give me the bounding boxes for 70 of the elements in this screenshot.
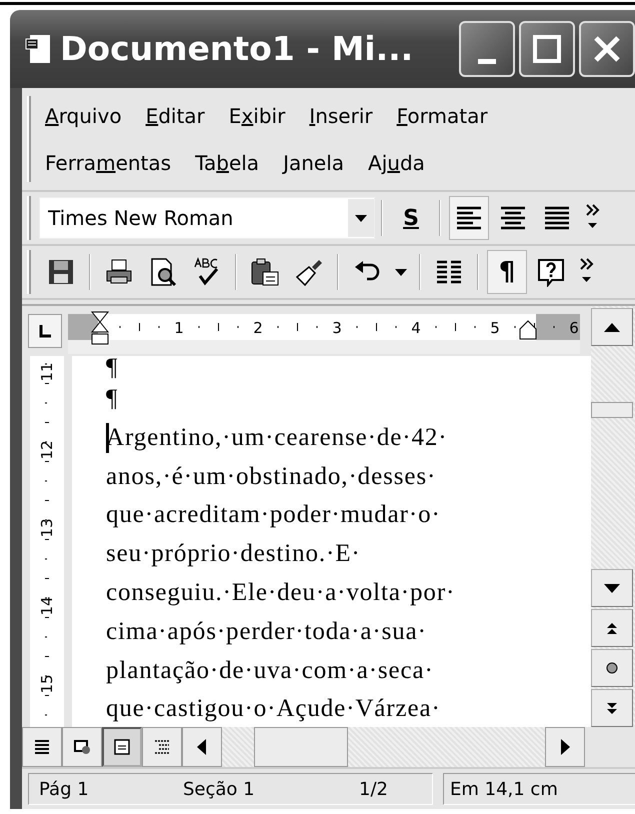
ruler-number: 2 bbox=[253, 319, 263, 337]
ruler-number: 5 bbox=[490, 319, 500, 337]
menu-item[interactable]: Exibir bbox=[228, 100, 286, 130]
caret-icon bbox=[395, 268, 407, 276]
menu-item[interactable]: Formatar bbox=[396, 100, 488, 130]
ruler-number: 12 bbox=[38, 440, 56, 460]
menu-item[interactable]: Ferramentas bbox=[45, 148, 172, 178]
section-indicator: Seção 1 bbox=[183, 778, 256, 802]
menu-item[interactable]: Tabela bbox=[195, 148, 260, 178]
scroll-up-button[interactable] bbox=[591, 308, 633, 346]
indent-marker[interactable] bbox=[90, 312, 110, 344]
minimize-icon bbox=[478, 58, 496, 64]
maximize-button[interactable] bbox=[519, 21, 575, 77]
maximize-icon bbox=[532, 34, 562, 64]
close-icon bbox=[592, 34, 622, 64]
clipboard-icon bbox=[250, 257, 280, 287]
font-combo-box[interactable]: Times New Roman bbox=[39, 197, 375, 239]
previous-page-button[interactable] bbox=[591, 609, 633, 647]
web-page-icon bbox=[72, 737, 92, 757]
print-layout-view-button[interactable] bbox=[102, 727, 142, 767]
document-text: conseguiu.·Ele·deu·a·volta·por· bbox=[106, 578, 456, 608]
underline-button[interactable]: S bbox=[391, 196, 431, 240]
lines-icon bbox=[32, 737, 52, 757]
document-text: que·acreditam·poder·mudar·o· bbox=[106, 500, 441, 530]
document-text: ¶ bbox=[106, 384, 118, 414]
menu-item[interactable]: Ajuda bbox=[368, 148, 425, 178]
font-dropdown-button[interactable] bbox=[348, 199, 374, 237]
ruler-number: 1 bbox=[174, 319, 184, 337]
show-formatting-button[interactable]: ¶ bbox=[487, 250, 527, 294]
normal-view-button[interactable] bbox=[22, 727, 62, 767]
scroll-left-button[interactable] bbox=[182, 727, 222, 767]
page-icon bbox=[112, 737, 132, 757]
ruler-number: 13 bbox=[38, 518, 56, 538]
menu-item[interactable]: Inserir bbox=[309, 100, 373, 130]
outline-view-button[interactable] bbox=[142, 727, 182, 767]
caret-icon bbox=[354, 213, 368, 223]
ruler-number: 4 bbox=[411, 319, 421, 337]
window-title: Documento1 - Mi... bbox=[60, 28, 414, 70]
ruler-number: 11 bbox=[38, 362, 56, 382]
scroll-thumb[interactable] bbox=[591, 402, 633, 418]
next-page-button[interactable] bbox=[591, 689, 633, 727]
scroll-right-button[interactable] bbox=[545, 727, 585, 767]
web-layout-view-button[interactable] bbox=[62, 727, 102, 767]
menu-item[interactable]: Editar bbox=[146, 100, 205, 130]
tab-selector[interactable] bbox=[28, 314, 62, 348]
page-count: 1/2 bbox=[359, 778, 388, 802]
tab-stop-icon bbox=[38, 324, 52, 338]
ruler-number: 3 bbox=[332, 319, 342, 337]
help-icon bbox=[536, 257, 566, 287]
document-text: anos,·é·um·obstinado,·desses· bbox=[106, 462, 436, 492]
document-text: Argentino,·um·cearense·de·42· bbox=[106, 422, 448, 453]
document-text: ¶ bbox=[106, 352, 118, 383]
menu-item[interactable]: Janela bbox=[283, 148, 344, 178]
close-button[interactable] bbox=[579, 21, 635, 77]
ruler-number: 6 bbox=[569, 319, 579, 337]
menu-item[interactable]: Arquivo bbox=[45, 100, 122, 130]
align-left-button[interactable] bbox=[449, 196, 489, 240]
ruler-number: 15 bbox=[38, 674, 56, 694]
document-text: seu·próprio·destino.·E· bbox=[106, 539, 361, 570]
document-text: cima·após·perder·toda·a·sua· bbox=[106, 616, 427, 647]
paintbrush-icon bbox=[294, 257, 324, 287]
scroll-down-button[interactable] bbox=[591, 569, 633, 607]
cursor-position: Em 14,1 cm bbox=[450, 778, 558, 802]
ruler-number: 14 bbox=[38, 596, 56, 616]
document-text: plantação·de·uva·com·a·seca· bbox=[106, 656, 434, 686]
document-text: que·castigou·o·Açude·Várzea· bbox=[106, 694, 441, 724]
scroll-thumb[interactable] bbox=[254, 727, 348, 767]
browse-object-button[interactable] bbox=[591, 649, 633, 687]
page-indicator: Pág 1 bbox=[39, 778, 90, 802]
minimize-button[interactable] bbox=[459, 21, 515, 77]
